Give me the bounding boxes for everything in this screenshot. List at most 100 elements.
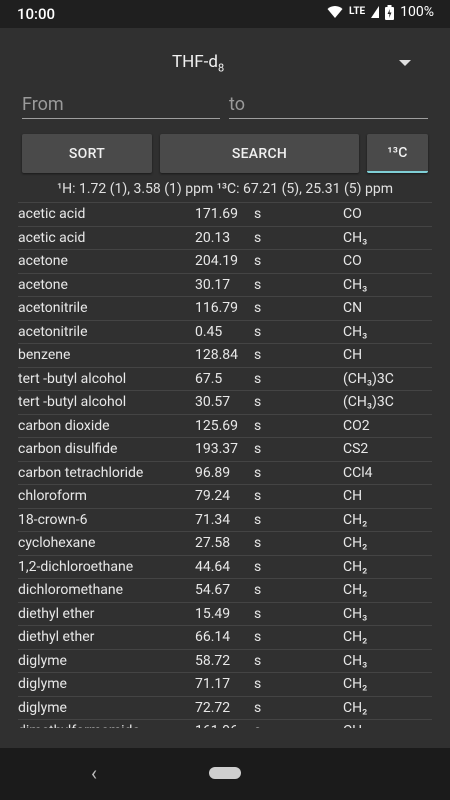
assignment: (CH₃)3C — [343, 370, 394, 387]
search-button[interactable]: SEARCH — [160, 134, 359, 173]
table-row[interactable]: 1,2-dichloroethane 44.64 s CH₂ — [18, 554, 432, 579]
table-row[interactable]: acetone 30.17 s CH₃ — [18, 272, 432, 297]
multiplicity: s — [254, 394, 262, 410]
assignment: CO — [343, 253, 362, 269]
multiplicity: s — [254, 300, 262, 316]
table-row[interactable]: chloroform 79.24 s CH — [18, 484, 432, 508]
multiplicity: s — [254, 370, 262, 387]
table-row[interactable]: diethyl ether 66.14 s CH₂ — [18, 625, 432, 649]
chemical-shift: 44.64 — [195, 558, 231, 575]
table-row[interactable]: acetic acid 20.13 s CH₃ — [18, 225, 432, 250]
battery-icon — [385, 4, 395, 20]
to-input[interactable] — [229, 90, 428, 118]
multiplicity: s — [254, 582, 262, 598]
compound-name: diethyl ether — [18, 605, 95, 622]
compound-name: dichloromethane — [18, 582, 124, 598]
multiplicity: s — [254, 417, 262, 434]
table-row[interactable]: diglyme 72.72 s CH₂ — [18, 695, 432, 720]
solvent-shift-summary: ¹H: 1.72 (1), 3.58 (1) ppm ¹³C: 67.21 (5… — [56, 181, 394, 197]
compound-name: acetone — [18, 253, 68, 269]
assignment: CH₂ — [343, 629, 368, 645]
compound-name: carbon tetrachloride — [18, 464, 144, 481]
chemical-shift: 96.89 — [195, 464, 231, 481]
compound-name: diglyme — [18, 676, 67, 692]
assignment: CH₃ — [343, 229, 368, 246]
table-row[interactable]: diglyme 58.72 s CH₃ — [18, 648, 432, 673]
assignment: CN — [343, 300, 363, 316]
table-row[interactable]: carbon tetrachloride 96.89 s CCl4 — [18, 460, 432, 485]
compound-name: cyclohexane — [18, 535, 96, 551]
assignment: CH₃ — [343, 323, 368, 340]
chemical-shift: 67.5 — [195, 370, 223, 387]
table-row[interactable]: dimethylformamide 161.96 s CH — [18, 719, 432, 728]
shift-table[interactable]: acetic acid 171.69 s CO acetic acid 20.13 s CH₃… — [18, 202, 432, 728]
table-row[interactable]: acetonitrile 0.45 s CH₃ — [18, 319, 432, 344]
table-row[interactable]: cyclohexane 27.58 s CH₂ — [18, 531, 432, 555]
nucleus-toggle-button[interactable]: ¹³C — [367, 134, 428, 173]
compound-name: carbon dioxide — [18, 417, 110, 434]
table-row[interactable]: carbon dioxide 125.69 s CO2 — [18, 413, 432, 438]
table-row[interactable]: acetone 204.19 s CO — [18, 249, 432, 273]
chemical-shift: 54.67 — [195, 582, 231, 598]
chemical-shift: 71.34 — [195, 511, 231, 528]
assignment: CH₂ — [343, 676, 368, 692]
multiplicity: s — [254, 464, 262, 481]
compound-name: 1,2-dichloroethane — [18, 558, 134, 575]
chemical-shift: 193.37 — [195, 441, 239, 457]
multiplicity: s — [254, 206, 262, 222]
assignment: CO2 — [343, 417, 370, 434]
chemical-shift: 79.24 — [195, 488, 231, 504]
chemical-shift: 204.19 — [195, 253, 239, 269]
assignment: CH — [343, 347, 363, 363]
table-row[interactable]: diglyme 71.17 s CH₂ — [18, 672, 432, 696]
table-row[interactable]: dichloromethane 54.67 s CH₂ — [18, 578, 432, 602]
multiplicity: s — [254, 676, 262, 692]
chemical-shift: 128.84 — [195, 347, 239, 363]
compound-name: acetonitrile — [18, 323, 88, 340]
solvent-name-text: THF-d — [172, 52, 218, 72]
chemical-shift: 125.69 — [195, 417, 239, 434]
multiplicity: s — [254, 347, 262, 363]
multiplicity: s — [254, 558, 262, 575]
table-row[interactable]: tert -butyl alcohol 67.5 s (CH₃)3C — [18, 366, 432, 391]
multiplicity: s — [254, 323, 262, 340]
table-row[interactable]: diethyl ether 15.49 s CH₃ — [18, 601, 432, 626]
assignment: CCl4 — [343, 464, 373, 481]
compound-name: acetic acid — [18, 229, 86, 246]
multiplicity: s — [254, 276, 262, 293]
table-row[interactable]: carbon disulfide 193.37 s CS2 — [18, 437, 432, 461]
from-field[interactable] — [22, 90, 220, 119]
chemical-shift: 27.58 — [195, 535, 231, 551]
compound-name: dimethylformamide — [18, 723, 140, 728]
assignment: CH — [343, 488, 363, 504]
compound-name: benzene — [18, 347, 71, 363]
from-input[interactable] — [22, 90, 220, 118]
multiplicity: s — [254, 605, 262, 622]
status-icons: LTE 100% — [327, 4, 434, 20]
to-field[interactable] — [229, 90, 428, 119]
assignment: CH — [343, 723, 362, 728]
assignment: CH₂ — [343, 558, 368, 575]
assignment: CO — [343, 206, 362, 222]
multiplicity: s — [254, 535, 262, 551]
assignment: CS2 — [343, 441, 369, 457]
signal-icon — [371, 6, 380, 18]
compound-name: acetonitrile — [18, 300, 88, 316]
compound-name: acetic acid — [18, 206, 86, 222]
table-row[interactable]: tert -butyl alcohol 30.57 s (CH₃)3C — [18, 390, 432, 414]
table-row[interactable]: 18-crown-6 71.34 s CH₂ — [18, 507, 432, 532]
multiplicity: s — [254, 699, 262, 716]
chemical-shift: 66.14 — [195, 629, 231, 645]
table-row[interactable]: acetonitrile 116.79 s CN — [18, 296, 432, 320]
home-pill-icon[interactable] — [209, 767, 241, 779]
table-row[interactable]: benzene 128.84 s CH — [18, 343, 432, 367]
chemical-shift: 30.57 — [195, 394, 231, 410]
solvent-selector[interactable]: THF-d8 — [0, 46, 450, 80]
compound-name: tert -butyl alcohol — [18, 394, 127, 410]
compound-name: chloroform — [18, 488, 87, 504]
sort-button[interactable]: SORT — [22, 134, 152, 173]
back-icon[interactable]: ‹ — [91, 761, 97, 785]
table-row[interactable]: acetic acid 171.69 s CO — [18, 202, 432, 226]
multiplicity: s — [254, 723, 261, 728]
chemical-shift: 161.96 — [195, 723, 238, 728]
